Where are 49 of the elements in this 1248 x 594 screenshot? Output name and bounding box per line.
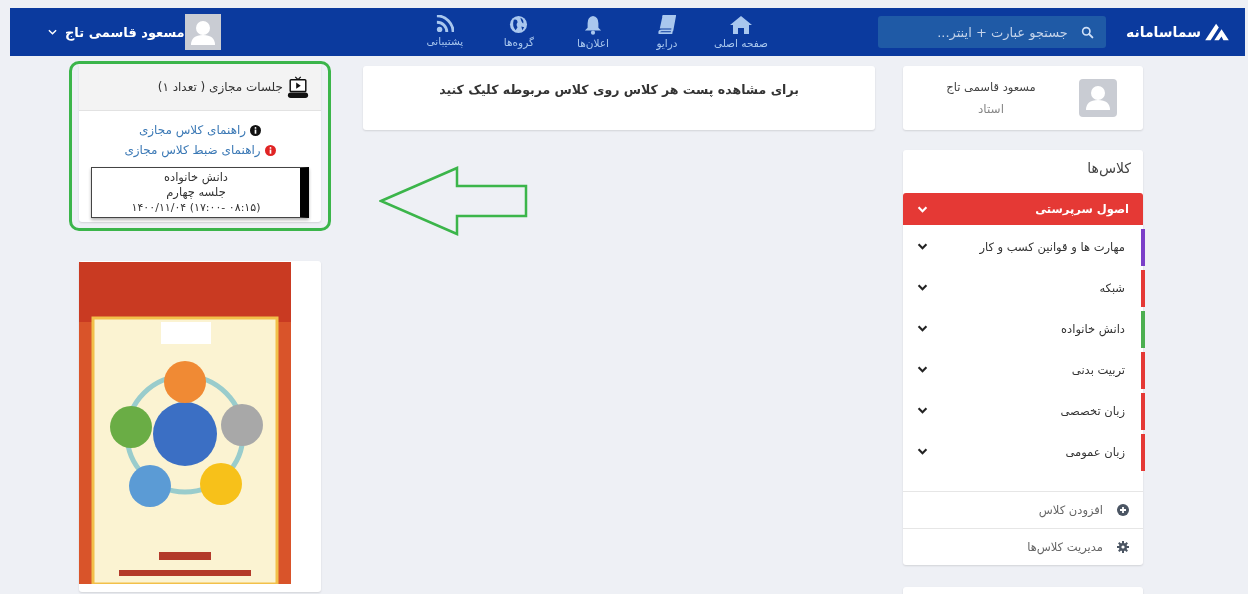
chevron-down-icon [917, 448, 928, 455]
profile-name: مسعود قاسمی تاج [946, 80, 1036, 94]
help-link[interactable]: راهنمای ضبط کلاس مجازی [124, 143, 276, 157]
nav-link[interactable]: اعلان‌ها [555, 15, 630, 49]
gear-icon [1117, 541, 1129, 553]
class-action-link[interactable]: مدیریت کلاس‌ها [903, 528, 1143, 565]
session-course: دانش خانواده [164, 170, 228, 185]
info-icon [250, 124, 262, 136]
nav-link[interactable]: درایو [629, 15, 704, 49]
user-menu[interactable]: مسعود قاسمی تاج [48, 14, 221, 50]
avatar-icon [1079, 79, 1117, 117]
nav-link[interactable]: پشتیبانی [407, 15, 482, 49]
chevron-down-icon [917, 366, 928, 373]
sessions-title: جلسات مجازی ( تعداد ۱) [157, 80, 283, 94]
help-link[interactable]: راهنمای کلاس مجازی [138, 123, 262, 137]
chevron-down-icon [917, 205, 928, 213]
class-item[interactable]: اصول سرپرستی [903, 193, 1143, 225]
caret-icon [48, 29, 57, 35]
class-item[interactable]: مهارت ها و قوانین کسب و کار [903, 227, 1143, 266]
notice-text: برای مشاهده پست هر کلاس روی کلاس مربوطه کلیک کنید [439, 82, 799, 99]
info-icon [264, 144, 276, 156]
avatar-icon [184, 14, 221, 50]
class-item[interactable]: شبکه [903, 268, 1143, 307]
globe-icon [509, 15, 529, 34]
nav-link[interactable]: صفحه اصلی [703, 15, 778, 49]
class-item[interactable]: زبان تخصصی [903, 391, 1143, 430]
classes-title: کلاس‌ها [1086, 159, 1132, 179]
class-item[interactable]: دانش خانواده [903, 309, 1143, 348]
class-item[interactable]: زبان عمومی [903, 432, 1143, 471]
session-item[interactable]: دانش خانواده جلسه چهارم ۱۴۰۰/۱۱/۰۴ (۱۷:۰۰- ۰۸:۱۵) [91, 167, 309, 218]
chevron-down-icon [917, 284, 928, 291]
session-time: ۱۴۰۰/۱۱/۰۴ (۱۷:۰۰- ۰۸:۱۵) [131, 200, 261, 215]
profile-role: استاد [978, 102, 1004, 116]
book-icon [657, 15, 676, 35]
search-field[interactable]: جستجو عبارت + اینتر... [877, 16, 1106, 48]
class-item[interactable]: تربیت بدنی [903, 350, 1143, 389]
home-icon [728, 15, 753, 35]
session-title: جلسه چهارم [166, 185, 226, 200]
logo-text[interactable]: سماسامانه [1125, 24, 1201, 40]
nav-link[interactable]: گروه‌ها [481, 15, 556, 49]
logo-icon [1203, 22, 1231, 42]
chevron-down-icon [917, 407, 928, 414]
live-tv-icon [287, 76, 309, 98]
class-action-link[interactable]: افزودن کلاس [903, 491, 1143, 528]
chevron-down-icon [917, 243, 928, 250]
plus-circle-icon [1117, 504, 1129, 516]
bell-icon [583, 15, 602, 35]
chevron-down-icon [917, 325, 928, 332]
rss-icon [435, 15, 454, 33]
